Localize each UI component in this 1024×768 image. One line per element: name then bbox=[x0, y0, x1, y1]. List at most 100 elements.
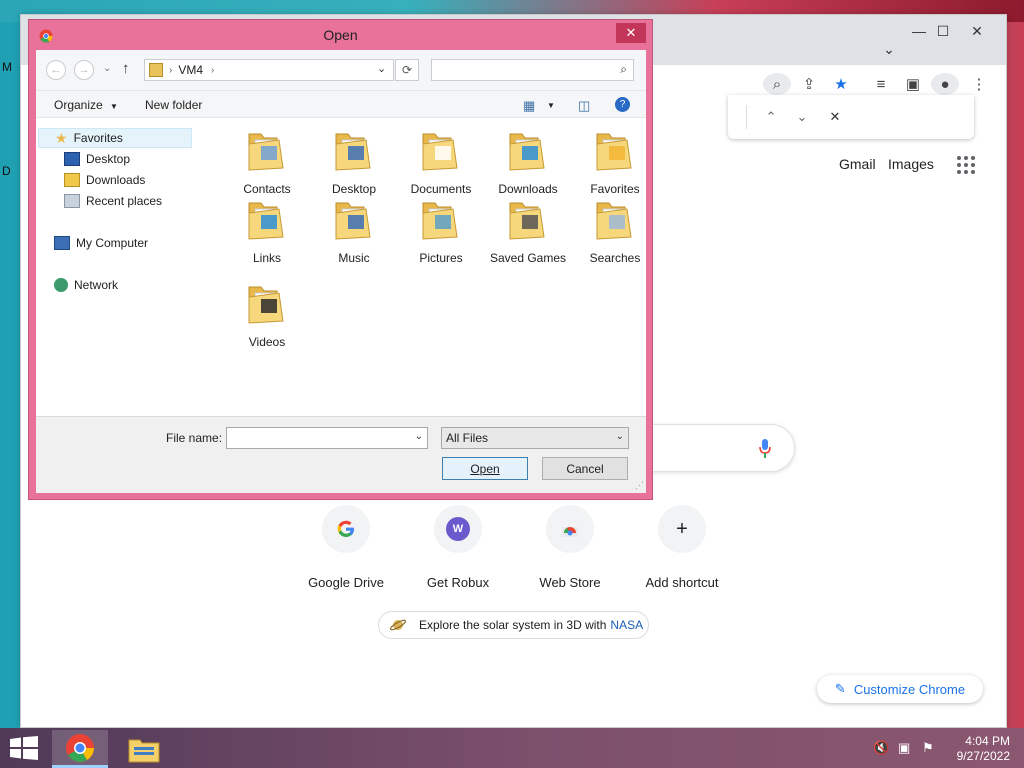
file-item-searches[interactable]: Searches bbox=[572, 197, 658, 266]
dialog-titlebar[interactable]: Open ✕ bbox=[29, 20, 652, 50]
network-status-icon[interactable]: ▣ bbox=[898, 740, 910, 756]
nav-label: My Computer bbox=[76, 236, 149, 250]
file-name-dropdown-icon[interactable]: ⌄ bbox=[415, 431, 423, 442]
file-item-contacts[interactable]: Contacts bbox=[224, 128, 310, 197]
nav-desktop[interactable]: Desktop bbox=[64, 149, 130, 169]
help-icon[interactable]: ? bbox=[615, 97, 630, 112]
file-item-label: Downloads bbox=[498, 182, 558, 196]
preview-pane-icon[interactable]: ◫ bbox=[578, 98, 590, 114]
gmail-link[interactable]: Gmail bbox=[839, 156, 876, 172]
folder-icon bbox=[422, 133, 458, 171]
dialog-footer: File name: ⌄ All Files ⌄ Open Cancel ⋰ bbox=[36, 416, 646, 493]
share-icon[interactable]: ⇪ bbox=[795, 73, 823, 95]
taskbar-file-explorer[interactable] bbox=[116, 730, 172, 768]
file-item-desktop[interactable]: Desktop bbox=[311, 128, 397, 197]
action-center-flag-icon[interactable]: ⚑ bbox=[922, 740, 934, 756]
dialog-close-button[interactable]: ✕ bbox=[616, 23, 646, 43]
voice-search-icon[interactable] bbox=[758, 438, 772, 460]
cancel-button[interactable]: Cancel bbox=[542, 457, 628, 480]
file-item-videos[interactable]: Videos bbox=[224, 281, 310, 350]
search-field[interactable]: ⌕ bbox=[431, 59, 634, 81]
up-arrow-icon[interactable]: ↑ bbox=[122, 60, 130, 77]
file-list: Contacts Desktop Documents Downloads Favorit… bbox=[206, 118, 646, 448]
file-item-label: Music bbox=[338, 251, 370, 265]
images-link[interactable]: Images bbox=[888, 156, 934, 172]
shortcut-get-robux[interactable]: W Get Robux bbox=[403, 505, 513, 590]
refresh-icon[interactable]: ⟳ bbox=[395, 59, 419, 81]
desktop-icon bbox=[64, 152, 80, 166]
find-previous-icon[interactable]: ⌃ bbox=[760, 107, 782, 127]
nav-my-computer[interactable]: My Computer bbox=[54, 233, 148, 253]
file-name-label: File name: bbox=[166, 431, 223, 445]
volume-muted-icon[interactable]: 🔇 bbox=[873, 740, 889, 756]
find-close-icon[interactable]: ✕ bbox=[824, 107, 846, 127]
saturn-icon bbox=[389, 619, 407, 631]
nasa-promo[interactable]: Explore the solar system in 3D with NASA bbox=[378, 611, 649, 639]
search-icon: ⌕ bbox=[620, 62, 627, 76]
file-item-pictures[interactable]: Pictures bbox=[398, 197, 484, 266]
pencil-icon: ✎ bbox=[834, 681, 846, 696]
folder-icon bbox=[509, 133, 545, 171]
file-item-favorites[interactable]: Favorites bbox=[572, 128, 658, 197]
view-options-chevron-icon[interactable]: ▼ bbox=[547, 101, 555, 110]
taskbar-clock[interactable]: 4:04 PM 9/27/2022 bbox=[950, 734, 1010, 764]
resize-grip-icon[interactable]: ⋰ bbox=[635, 480, 644, 491]
nav-label: Downloads bbox=[86, 173, 146, 187]
profile-icon[interactable]: ● bbox=[931, 73, 959, 95]
forward-arrow-icon[interactable]: → bbox=[74, 60, 94, 80]
file-type-select[interactable]: All Files ⌄ bbox=[441, 427, 629, 449]
file-type-value: All Files bbox=[446, 431, 489, 445]
side-panel-icon[interactable]: ▣ bbox=[899, 73, 927, 95]
file-name-input[interactable]: ⌄ bbox=[226, 427, 428, 449]
folder-icon bbox=[335, 133, 371, 171]
change-view-icon[interactable]: ▦ bbox=[523, 98, 535, 114]
taskbar: 🔇 ▣ ⚑ 4:04 PM 9/27/2022 bbox=[0, 728, 1024, 768]
folder-icon bbox=[335, 202, 371, 240]
nav-label: Favorites bbox=[73, 131, 123, 145]
bookmark-star-icon[interactable]: ★ bbox=[827, 73, 855, 95]
organize-menu[interactable]: Organize ▼ bbox=[54, 98, 118, 112]
address-bar[interactable]: › VM4 › ⌄ ⟳ bbox=[144, 59, 419, 81]
folder-icon bbox=[596, 202, 632, 240]
recent-locations-chevron-icon[interactable]: ⌄ bbox=[103, 63, 111, 74]
shortcut-web-store[interactable]: Web Store bbox=[515, 505, 625, 590]
shortcut-add[interactable]: + Add shortcut bbox=[627, 505, 737, 590]
breadcrumb-chevron-icon[interactable]: › bbox=[211, 65, 214, 76]
close-window-button[interactable]: ✕ bbox=[957, 19, 997, 43]
file-item-links[interactable]: Links bbox=[224, 197, 310, 266]
open-file-dialog: Open ✕ ← → ⌄ ↑ › VM4 › ⌄ ⟳ ⌕ Organize ▼ bbox=[28, 19, 653, 500]
file-item-music[interactable]: Music bbox=[311, 197, 397, 266]
open-button[interactable]: Open bbox=[442, 457, 528, 480]
plus-icon: + bbox=[658, 505, 706, 553]
folder-icon bbox=[422, 202, 458, 240]
windows-start-icon[interactable] bbox=[10, 736, 38, 760]
reading-list-icon[interactable]: ≡ bbox=[867, 73, 895, 95]
find-bar: ⌃ ⌄ ✕ bbox=[728, 95, 974, 139]
shortcut-label: Google Drive bbox=[308, 575, 384, 590]
new-folder-button[interactable]: New folder bbox=[145, 98, 202, 112]
find-next-icon[interactable]: ⌄ bbox=[791, 107, 813, 127]
downloads-folder-icon bbox=[64, 173, 80, 187]
google-apps-icon[interactable] bbox=[957, 156, 975, 174]
shortcut-google-drive[interactable]: Google Drive bbox=[291, 505, 401, 590]
file-item-label: Desktop bbox=[331, 182, 377, 196]
file-item-documents[interactable]: Documents bbox=[398, 128, 484, 197]
file-item-label: Links bbox=[252, 251, 281, 265]
menu-kebab-icon[interactable]: ⋮ bbox=[965, 73, 993, 95]
breadcrumb-vm4[interactable]: VM4 bbox=[178, 63, 203, 77]
taskbar-chrome[interactable] bbox=[52, 730, 108, 768]
promo-link[interactable]: NASA bbox=[610, 618, 643, 632]
organize-label: Organize bbox=[54, 98, 103, 112]
lens-search-icon[interactable]: ⌕ bbox=[763, 73, 791, 95]
back-arrow-icon[interactable]: ← bbox=[46, 60, 66, 80]
nav-favorites[interactable]: ★ Favorites bbox=[38, 128, 192, 148]
nav-downloads[interactable]: Downloads bbox=[64, 170, 145, 190]
file-item-label: Pictures bbox=[419, 251, 463, 265]
shortcut-label: Add shortcut bbox=[645, 575, 719, 590]
customize-chrome-button[interactable]: ✎ Customize Chrome bbox=[817, 675, 983, 703]
address-dropdown-icon[interactable]: ⌄ bbox=[377, 62, 386, 75]
file-item-saved-games[interactable]: Saved Games bbox=[485, 197, 571, 266]
file-item-downloads[interactable]: Downloads bbox=[485, 128, 571, 197]
nav-network[interactable]: Network bbox=[54, 275, 118, 295]
nav-recent-places[interactable]: Recent places bbox=[64, 191, 162, 211]
